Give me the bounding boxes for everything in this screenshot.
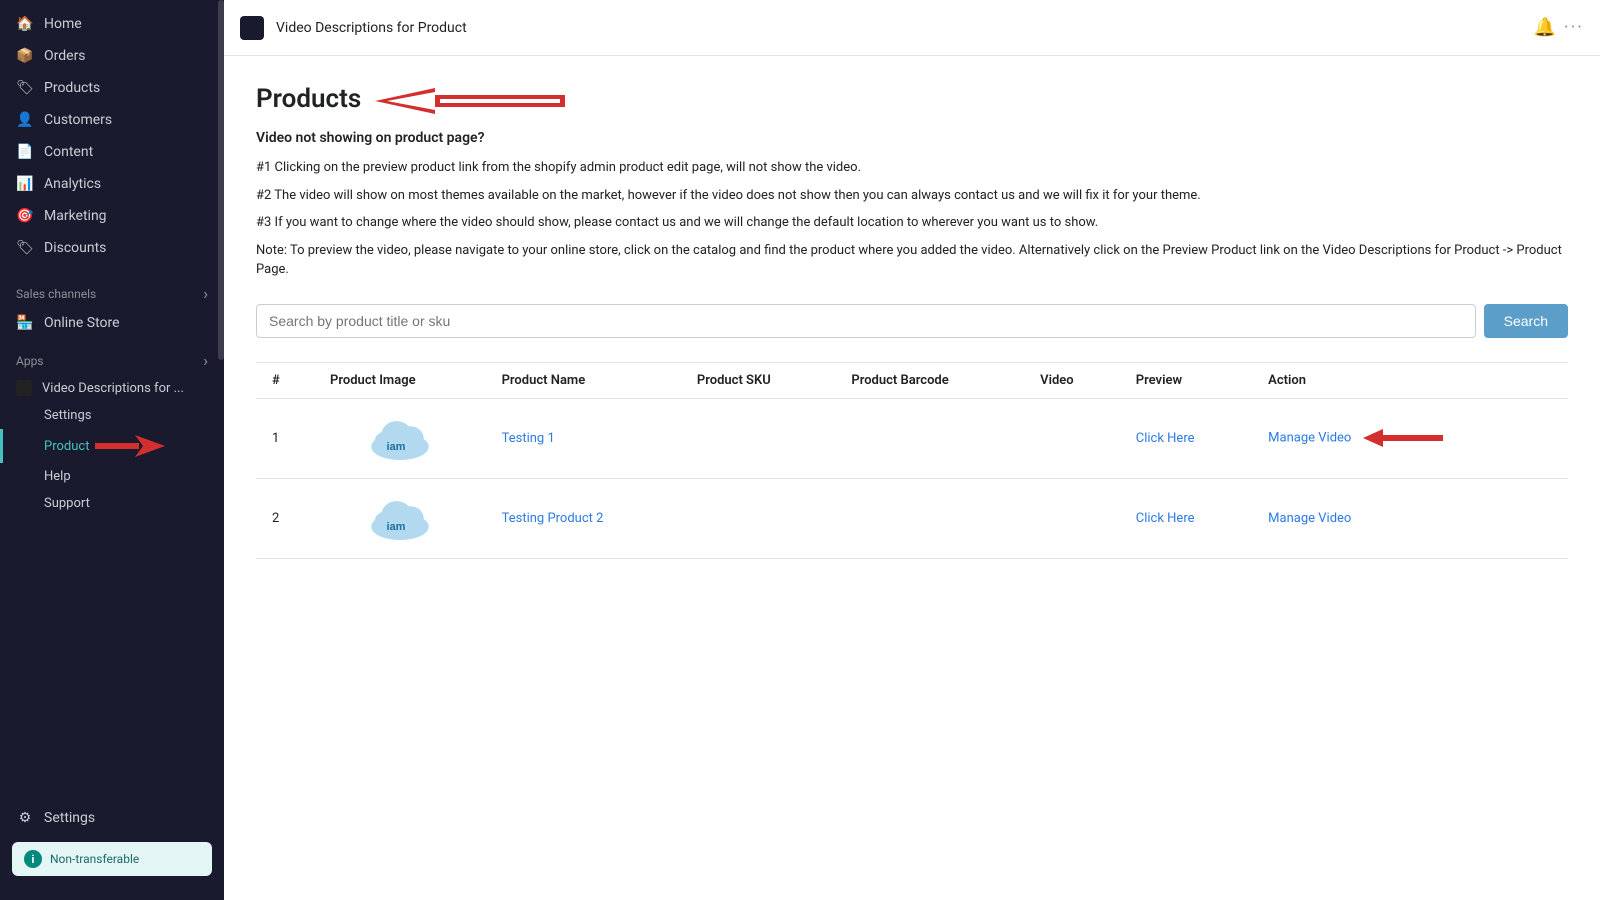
page-title: Products: [256, 84, 361, 114]
row2-video: [1024, 478, 1120, 558]
sidebar-sub-settings[interactable]: Settings: [0, 402, 224, 429]
info-text-2: #2 The video will show on most themes av…: [256, 186, 1568, 206]
row1-sku: [681, 398, 835, 478]
svg-text:iam: iam: [386, 440, 405, 452]
row2-sku: [681, 478, 835, 558]
sidebar-item-content[interactable]: 📄 Content: [0, 136, 224, 168]
title-row: Products: [256, 80, 1568, 122]
col-product-barcode: Product Barcode: [835, 362, 1024, 398]
customers-icon: 👤: [16, 112, 34, 128]
svg-text:iam: iam: [386, 520, 405, 532]
home-icon: 🏠: [16, 16, 34, 32]
product-name-link-1[interactable]: Testing 1: [502, 431, 555, 446]
content-icon: 📄: [16, 144, 34, 160]
row2-barcode: [835, 478, 1024, 558]
info-section: Video not showing on product page? #1 Cl…: [256, 130, 1568, 280]
col-action: Action: [1252, 362, 1568, 398]
row2-image: iam: [314, 478, 486, 558]
online-store-icon: 🏪: [16, 315, 34, 331]
product-name-link-2[interactable]: Testing Product 2: [502, 511, 604, 526]
sidebar-sub-product[interactable]: Product: [0, 429, 224, 463]
row1-preview: Click Here: [1120, 398, 1252, 478]
table-header-row: # Product Image Product Name Product SKU…: [256, 362, 1568, 398]
sidebar-sub-support[interactable]: Support: [0, 490, 224, 517]
preview-link-1[interactable]: Click Here: [1136, 431, 1195, 446]
content-area: Products Video not showing on product pa…: [224, 56, 1600, 900]
sidebar-item-marketing[interactable]: 🎯 Marketing: [0, 200, 224, 232]
sidebar-sub-help[interactable]: Help: [0, 463, 224, 490]
preview-link-2[interactable]: Click Here: [1136, 511, 1195, 526]
products-table: # Product Image Product Name Product SKU…: [256, 362, 1568, 559]
sidebar: 🏠 Home 📦 Orders 🏷 Products 👤 Customers 📄…: [0, 0, 224, 900]
app-icon: [16, 380, 32, 396]
row1-name: Testing 1: [486, 398, 681, 478]
main-area: Video Descriptions for Product 🔔 ··· Pro…: [224, 0, 1600, 900]
sidebar-item-discounts[interactable]: 🏷 Discounts: [0, 232, 224, 264]
search-row: Search: [256, 304, 1568, 338]
sidebar-item-online-store[interactable]: 🏪 Online Store: [0, 307, 224, 339]
manage-video-link-2[interactable]: Manage Video: [1268, 511, 1351, 526]
topbar: Video Descriptions for Product 🔔 ···: [224, 0, 1600, 56]
marketing-icon: 🎯: [16, 208, 34, 224]
sidebar-item-orders[interactable]: 📦 Orders: [0, 40, 224, 72]
manage-video-arrow-icon: [1363, 427, 1453, 449]
row1-num: 1: [256, 398, 314, 478]
col-product-image: Product Image: [314, 362, 486, 398]
video-not-showing-label: Video not showing on product page?: [256, 130, 1568, 146]
product-image-1: iam: [365, 411, 435, 466]
topbar-title: Video Descriptions for Product: [276, 20, 1521, 36]
bell-icon[interactable]: 🔔: [1533, 17, 1555, 38]
row1-action: Manage Video: [1252, 398, 1568, 478]
col-video: Video: [1024, 362, 1120, 398]
search-button[interactable]: Search: [1484, 304, 1568, 338]
sidebar-item-video-descriptions[interactable]: Video Descriptions for ...: [0, 374, 224, 402]
settings-icon: ⚙: [16, 810, 34, 826]
non-transferable-badge: i Non-transferable: [12, 842, 212, 876]
analytics-icon: 📊: [16, 176, 34, 192]
discounts-icon: 🏷: [16, 240, 34, 256]
row2-preview: Click Here: [1120, 478, 1252, 558]
sidebar-item-products[interactable]: 🏷 Products: [0, 72, 224, 104]
col-num: #: [256, 362, 314, 398]
topbar-app-icon: [240, 16, 264, 40]
manage-video-link-1[interactable]: Manage Video: [1268, 430, 1351, 445]
sidebar-item-settings[interactable]: ⚙ Settings: [0, 802, 224, 834]
row1-image: iam: [314, 398, 486, 478]
search-input[interactable]: [256, 304, 1476, 338]
info-icon: i: [24, 850, 42, 868]
product-image-2: iam: [365, 491, 435, 546]
col-preview: Preview: [1120, 362, 1252, 398]
col-product-sku: Product SKU: [681, 362, 835, 398]
row1-video: [1024, 398, 1120, 478]
product-arrow-icon: [95, 435, 165, 457]
products-arrow-icon: [375, 80, 575, 122]
apps-label: Apps ›: [0, 339, 224, 374]
orders-icon: 📦: [16, 48, 34, 64]
col-product-name: Product Name: [486, 362, 681, 398]
sidebar-item-customers[interactable]: 👤 Customers: [0, 104, 224, 136]
table-row: 1 iam: [256, 398, 1568, 478]
sidebar-item-home[interactable]: 🏠 Home: [0, 8, 224, 40]
row2-num: 2: [256, 478, 314, 558]
products-icon: 🏷: [16, 80, 34, 96]
sidebar-item-analytics[interactable]: 📊 Analytics: [0, 168, 224, 200]
row2-name: Testing Product 2: [486, 478, 681, 558]
row2-action: Manage Video: [1252, 478, 1568, 558]
info-text-1: #1 Clicking on the preview product link …: [256, 158, 1568, 178]
table-row: 2 iam Testing P: [256, 478, 1568, 558]
info-text-3: #3 If you want to change where the video…: [256, 213, 1568, 233]
note-text: Note: To preview the video, please navig…: [256, 241, 1568, 280]
topbar-actions: 🔔 ···: [1533, 17, 1584, 38]
sales-channels-label: Sales channels ›: [0, 272, 224, 307]
row1-barcode: [835, 398, 1024, 478]
more-options-icon[interactable]: ···: [1564, 17, 1584, 38]
